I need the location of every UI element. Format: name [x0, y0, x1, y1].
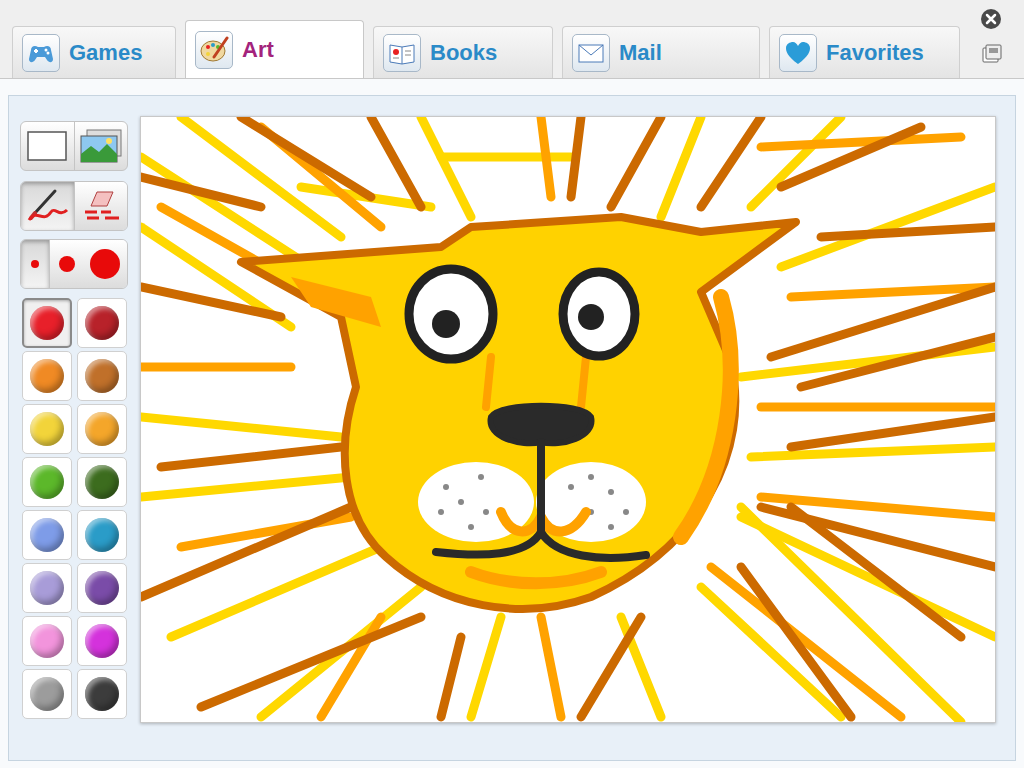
tab-label: Mail	[619, 36, 662, 69]
color-swatch[interactable]	[22, 669, 72, 719]
canvas-group	[20, 121, 128, 171]
color-dot	[30, 624, 64, 658]
color-swatch[interactable]	[22, 298, 72, 348]
envelope-icon	[572, 34, 610, 72]
color-dot	[85, 571, 119, 605]
tab[interactable]: Mail	[562, 26, 760, 78]
tab-bar: Games Art Books Mail Favorites	[0, 0, 1024, 78]
main-area	[0, 78, 1024, 768]
eraser-icon	[79, 188, 123, 224]
tab[interactable]: Favorites	[769, 26, 960, 78]
close-icon	[979, 7, 1003, 31]
toolbar	[20, 116, 128, 760]
brush-tool-button[interactable]	[21, 182, 75, 230]
gamepad-icon	[22, 34, 60, 72]
color-swatch[interactable]	[22, 616, 72, 666]
tab-label: Art	[242, 33, 274, 66]
color-swatch[interactable]	[77, 669, 127, 719]
heart-icon	[779, 34, 817, 72]
tab[interactable]: Games	[12, 26, 176, 78]
brush-dot-icon	[59, 256, 75, 272]
art-panel	[8, 95, 1016, 761]
brush-dot-icon	[31, 260, 39, 268]
color-swatch[interactable]	[22, 404, 72, 454]
color-swatch[interactable]	[22, 510, 72, 560]
color-dot	[85, 465, 119, 499]
brush-size-button[interactable]	[21, 240, 50, 288]
drawing-canvas[interactable]	[140, 116, 996, 723]
color-swatch[interactable]	[77, 351, 127, 401]
color-dot	[30, 465, 64, 499]
color-dot	[85, 624, 119, 658]
blank-page-icon	[27, 131, 67, 161]
tab-label: Books	[430, 36, 497, 69]
picture-button[interactable]	[75, 122, 128, 170]
color-dot	[85, 359, 119, 393]
save-button[interactable]	[980, 42, 1004, 66]
color-dot	[85, 412, 119, 446]
lion-drawing-icon	[141, 117, 995, 722]
color-dot	[30, 412, 64, 446]
blank-canvas-button[interactable]	[21, 122, 75, 170]
color-palette	[22, 298, 128, 719]
color-swatch[interactable]	[77, 510, 127, 560]
tab-label: Favorites	[826, 36, 924, 69]
color-dot	[30, 359, 64, 393]
color-swatch[interactable]	[77, 563, 127, 613]
paint-palette-icon	[195, 31, 233, 69]
size-group	[20, 239, 128, 289]
brush-icon	[25, 188, 69, 224]
color-dot	[85, 306, 119, 340]
color-dot	[30, 518, 64, 552]
tab[interactable]: Art	[185, 20, 364, 78]
color-swatch[interactable]	[77, 457, 127, 507]
color-swatch[interactable]	[22, 457, 72, 507]
color-dot	[30, 306, 64, 340]
brush-dot-icon	[90, 249, 120, 279]
color-swatch[interactable]	[22, 351, 72, 401]
color-swatch[interactable]	[77, 298, 127, 348]
color-dot	[30, 677, 64, 711]
brush-size-button[interactable]	[84, 240, 127, 288]
picture-icon	[79, 128, 123, 164]
save-card-icon	[980, 42, 1004, 66]
tab-label: Games	[69, 36, 142, 69]
tool-group	[20, 181, 128, 231]
color-dot	[85, 677, 119, 711]
color-swatch[interactable]	[77, 616, 127, 666]
color-dot	[30, 571, 64, 605]
color-swatch[interactable]	[77, 404, 127, 454]
brush-size-button[interactable]	[50, 240, 83, 288]
tab[interactable]: Books	[373, 26, 553, 78]
book-icon	[383, 34, 421, 72]
color-swatch[interactable]	[22, 563, 72, 613]
close-button[interactable]	[979, 7, 1003, 31]
eraser-tool-button[interactable]	[75, 182, 128, 230]
color-dot	[85, 518, 119, 552]
